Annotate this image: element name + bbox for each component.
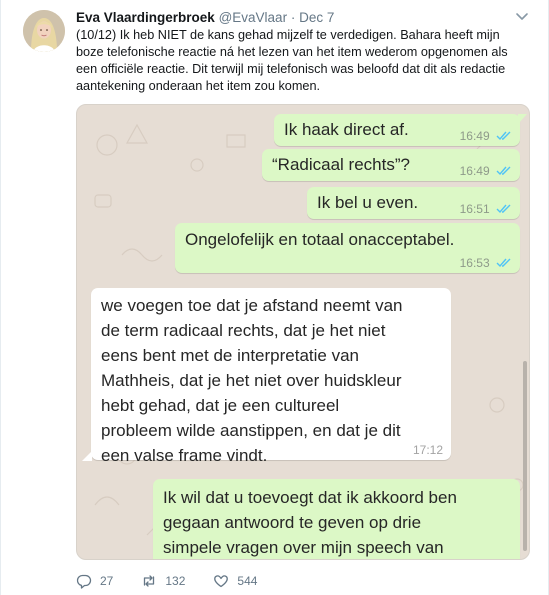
chat-message-outgoing[interactable]: “Radicaal rechts”? 16:49 (262, 149, 520, 181)
tweet-actions: 27 132 544 (76, 572, 285, 590)
double-check-icon (496, 204, 511, 214)
message-text-line: gegaan antwoord te geven op drie (163, 513, 422, 532)
message-text: Ongelofelijk en totaal onacceptabel. (185, 230, 455, 249)
message-text-line: de term radicaal rechts, dat je het niet (101, 321, 386, 340)
separator: · (290, 10, 296, 25)
author-name[interactable]: Eva Vlaardingerbroek (76, 10, 215, 25)
heart-icon (214, 575, 229, 588)
avatar[interactable] (23, 10, 65, 52)
tweet-header: Eva Vlaardingerbroek @EvaVlaar · Dec 7 (76, 9, 334, 26)
tweet[interactable]: Eva Vlaardingerbroek @EvaVlaar · Dec 7 (… (0, 0, 549, 595)
message-time: 16:49 (459, 129, 490, 143)
chat-screenshot[interactable]: Ik haak direct af. 16:49 “Radicaal recht… (76, 104, 530, 560)
retweet-count: 132 (165, 574, 186, 588)
message-text-line: we voegen toe dat je afstand neemt van (101, 296, 403, 315)
like-count: 544 (237, 574, 258, 588)
message-time: 16:51 (459, 202, 490, 216)
message-text-line: probleem wilde aanstippen, en dat je dit (101, 421, 401, 440)
message-time: 16:49 (459, 164, 490, 178)
bubble-tail (518, 114, 527, 124)
reply-count: 27 (100, 574, 114, 588)
message-text-line: Ik wil dat u toevoegt dat ik akkoord ben (163, 488, 457, 507)
message-text-line: een valse frame vindt. (101, 446, 268, 465)
chat-message-outgoing[interactable]: Ik bel u even. 16:51 (307, 187, 520, 219)
message-text-line: Mathheis, dat je het niet over huidskleu… (101, 371, 402, 390)
bubble-tail (82, 451, 92, 461)
tweet-text: (10/12) Ik heb NIET de kans gehad mijzel… (76, 27, 526, 95)
message-text-line: eens bent met de interpretatie van (101, 346, 359, 365)
message-meta: 17:12 (413, 443, 443, 457)
reply-icon (76, 574, 92, 589)
profile-photo-icon (23, 10, 65, 52)
message-meta: 16:53 (460, 256, 512, 270)
message-time: 16:53 (459, 256, 490, 270)
retweet-button[interactable]: 132 (141, 573, 185, 589)
chat-message-outgoing[interactable]: Ongelofelijk en totaal onacceptabel. 16:… (175, 223, 520, 273)
chat-message-outgoing[interactable]: Ik wil dat u toevoegt dat ik akkoord ben… (153, 479, 520, 559)
message-text-line: hebt gehad, dat je een cultureel (101, 396, 340, 415)
tweet-text-line: (10/12) Ik heb NIET de kans gehad mijzel… (76, 28, 500, 42)
message-meta: 16:49 (460, 129, 512, 143)
message-text-line: simpele vragen over mijn speech van (163, 538, 444, 557)
author-handle[interactable]: @EvaVlaar (219, 10, 287, 25)
like-button[interactable]: 544 (213, 573, 257, 589)
chat-message-outgoing[interactable]: Ik haak direct af. 16:49 (274, 114, 520, 146)
tweet-date[interactable]: Dec 7 (299, 10, 334, 25)
message-time: 17:12 (412, 443, 443, 457)
message-meta: 16:49 (460, 164, 512, 178)
chevron-down-icon[interactable] (515, 12, 529, 22)
double-check-icon (496, 131, 511, 141)
scrollbar[interactable] (523, 361, 527, 551)
chat-message-incoming[interactable]: we voegen toe dat je afstand neemt van d… (91, 288, 451, 465)
message-meta: 16:51 (460, 202, 512, 216)
tweet-text-line: aantekening onderaan het item zou komen. (76, 79, 321, 93)
double-check-icon (496, 166, 511, 176)
tweet-text-line: boze telefonische reactie ná het lezen v… (76, 45, 508, 59)
double-check-icon (496, 258, 511, 268)
retweet-icon (144, 575, 155, 587)
reply-button[interactable]: 27 (76, 573, 113, 589)
tweet-text-line: een officiële reactie. Dit terwijl mij t… (76, 62, 506, 76)
